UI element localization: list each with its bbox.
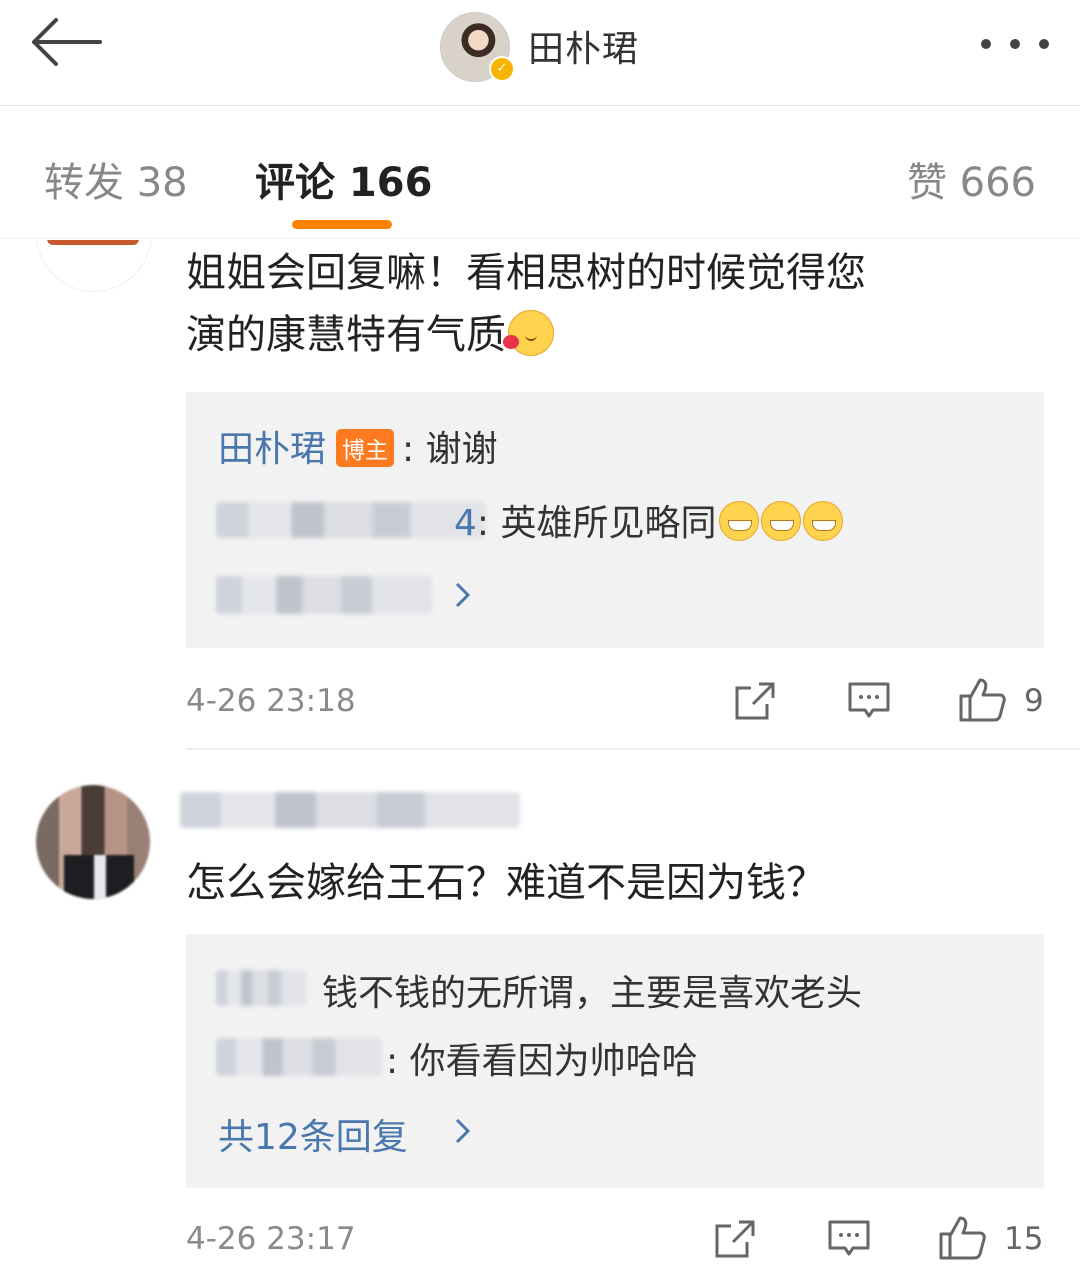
tab-repost[interactable]: 转发 38 [44,150,188,208]
reply-item[interactable]: 4: 英雄所见略同 [454,494,843,546]
comment-divider [186,748,1080,750]
chevron-right-icon [455,1118,471,1144]
thumbs-up-icon[interactable] [938,1214,986,1260]
tab-comment[interactable]: 评论 166 [255,150,432,208]
top-bar: ✓ 田朴珺 [0,0,1080,107]
comment-time: 4-26 23:17 [186,1221,356,1257]
reply-box[interactable]: 钱不钱的无所谓，主要是喜欢老头 : 你看看因为帅哈哈 共12条回复 [186,934,1044,1188]
grin-emoji-icon [802,501,843,541]
reply-text: 钱不钱的无所谓，主要是喜欢老头 [322,973,863,1014]
share-icon[interactable] [713,1218,757,1260]
reply-item[interactable]: 钱不钱的无所谓，主要是喜欢老头 [322,964,862,1016]
reply-text: 谢谢 [425,429,498,470]
comment-body: 怎么会嫁给王石？难道不是因为钱？ [186,860,826,906]
active-tab-indicator [292,220,392,229]
blurred-username [216,1038,382,1076]
grin-emoji-icon [760,501,801,541]
comment-icon[interactable] [827,1218,871,1260]
reply-author[interactable]: 田朴珺 [218,429,326,470]
blurred-username [216,502,486,538]
comment-icon[interactable] [847,680,891,722]
thumbs-up-icon[interactable] [958,676,1006,722]
reply-text: 你看看因为帅哈哈 [409,1041,698,1082]
tab-like[interactable]: 赞 666 [907,150,1036,208]
more-dots-icon[interactable] [980,38,1050,50]
blogger-badge: 博主 [336,429,395,467]
verified-badge-icon: ✓ [489,56,515,82]
comment-avatar[interactable] [36,785,150,899]
more-replies-link[interactable]: 共12条回复 [218,1108,408,1160]
comment-body: 姐姐会回复嘛！看相思树的时候觉得您 演的康慧特有气质 [186,242,866,366]
blurred-more-replies-link[interactable] [216,576,432,614]
blurred-username [216,970,306,1006]
comment-line: 姐姐会回复嘛！看相思树的时候觉得您 [186,250,866,296]
share-icon[interactable] [733,680,777,722]
like-count: 15 [1004,1221,1044,1257]
back-arrow-icon[interactable] [26,14,106,70]
reply-item[interactable]: : 你看看因为帅哈哈 [386,1032,698,1084]
chevron-right-icon [455,582,471,608]
reply-text: 英雄所见略同 [500,503,717,544]
reply-item[interactable]: 田朴珺 博主: 谢谢 [218,420,498,472]
reply-box[interactable]: 田朴珺 博主: 谢谢 4: 英雄所见略同 [186,392,1044,648]
grin-emoji-icon [718,501,759,541]
header-title[interactable]: 田朴珺 [528,20,639,72]
like-count: 9 [1024,683,1044,719]
comment-time: 4-26 23:18 [186,683,356,719]
blurred-username[interactable] [180,792,520,828]
shy-face-emoji-icon [503,310,554,356]
tab-bar: 转发 38 评论 166 赞 666 [0,106,1080,239]
comment-line: 演的康慧特有气质 [186,304,866,366]
